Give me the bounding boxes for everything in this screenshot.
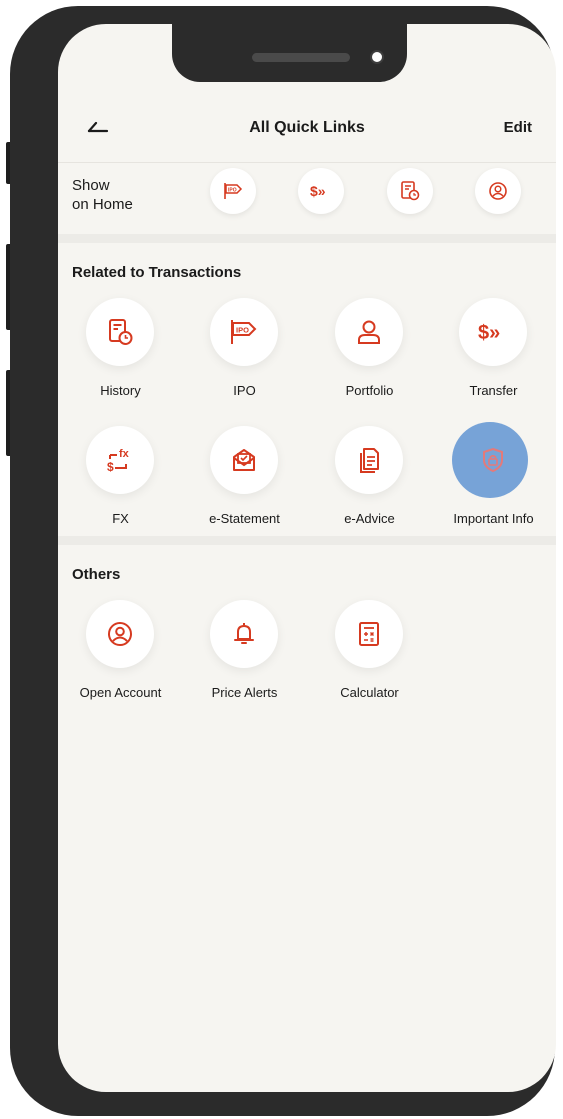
svg-text:$: $: [107, 460, 114, 474]
quick-link-label: IPO: [233, 383, 256, 398]
speaker: [252, 53, 350, 62]
quick-link-important-info[interactable]: Important Info: [431, 422, 556, 536]
calculator-icon: [354, 619, 384, 649]
quick-link-price-alerts[interactable]: Price Alerts: [182, 600, 307, 710]
svg-text:$»: $»: [478, 322, 500, 344]
home-shortcut-ipo[interactable]: IPO: [210, 168, 256, 214]
show-on-home-row: Show on Home IPO $»: [58, 162, 556, 234]
section-divider: [58, 234, 556, 243]
header-bar: All Quick Links Edit: [58, 102, 556, 163]
section-divider: [58, 536, 556, 545]
transfer-icon: $»: [476, 318, 510, 346]
e-statement-icon: [229, 445, 259, 475]
quick-link-ipo[interactable]: IPO IPO: [182, 298, 307, 408]
ipo-icon: IPO: [227, 317, 261, 347]
quick-link-history[interactable]: History: [58, 298, 183, 408]
history-icon: [105, 317, 135, 347]
history-icon: [399, 180, 421, 202]
home-shortcut-history[interactable]: [387, 168, 433, 214]
quick-link-label: Open Account: [79, 685, 162, 700]
phone-frame: All Quick Links Edit Show on Home IPO $»: [10, 6, 556, 1116]
show-on-home-label: Show on Home: [72, 177, 133, 213]
e-advice-icon: [354, 445, 384, 475]
important-info-icon: [478, 445, 508, 475]
quick-link-calculator[interactable]: Calculator: [307, 600, 432, 710]
quick-link-label: Important Info: [453, 511, 534, 526]
svg-text:IPO: IPO: [236, 326, 249, 335]
quick-link-e-statement[interactable]: e-Statement: [182, 426, 307, 536]
section-title-transactions: Related to Transactions: [72, 264, 242, 281]
svg-text:IPO: IPO: [228, 188, 237, 194]
quick-link-label: History: [100, 383, 141, 398]
ipo-icon: IPO: [222, 181, 244, 201]
quick-link-e-advice[interactable]: e-Advice: [307, 426, 432, 536]
quick-link-fx[interactable]: fx $ FX: [58, 426, 183, 536]
price-alerts-icon: [229, 619, 259, 649]
svg-text:fx: fx: [119, 448, 130, 460]
fx-icon: fx $: [104, 445, 136, 475]
notch: [172, 12, 407, 82]
home-shortcut-open-account[interactable]: [475, 168, 521, 214]
home-shortcut-transfer[interactable]: $»: [298, 168, 344, 214]
quick-link-portfolio[interactable]: Portfolio: [307, 298, 432, 408]
quick-link-label: e-Advice: [344, 511, 395, 526]
quick-link-label: Calculator: [340, 685, 399, 700]
page-title: All Quick Links: [249, 119, 365, 136]
section-title-others: Others: [72, 566, 121, 583]
quick-link-label: Price Alerts: [211, 685, 278, 700]
app-screen: All Quick Links Edit Show on Home IPO $»: [58, 24, 556, 1092]
front-camera: [370, 50, 384, 64]
quick-link-label: e-Statement: [209, 511, 280, 526]
quick-link-open-account[interactable]: Open Account: [58, 600, 183, 710]
svg-text:$»: $»: [310, 183, 326, 199]
open-account-icon: [105, 619, 135, 649]
quick-link-transfer[interactable]: $» Transfer: [431, 298, 556, 408]
edit-button[interactable]: Edit: [504, 119, 532, 136]
portfolio-icon: [354, 317, 384, 347]
transfer-icon: $»: [309, 181, 333, 201]
quick-link-label: Transfer: [469, 383, 518, 398]
quick-link-label: Portfolio: [345, 383, 394, 398]
quick-link-label: FX: [112, 511, 129, 526]
open-account-icon: [487, 180, 509, 202]
